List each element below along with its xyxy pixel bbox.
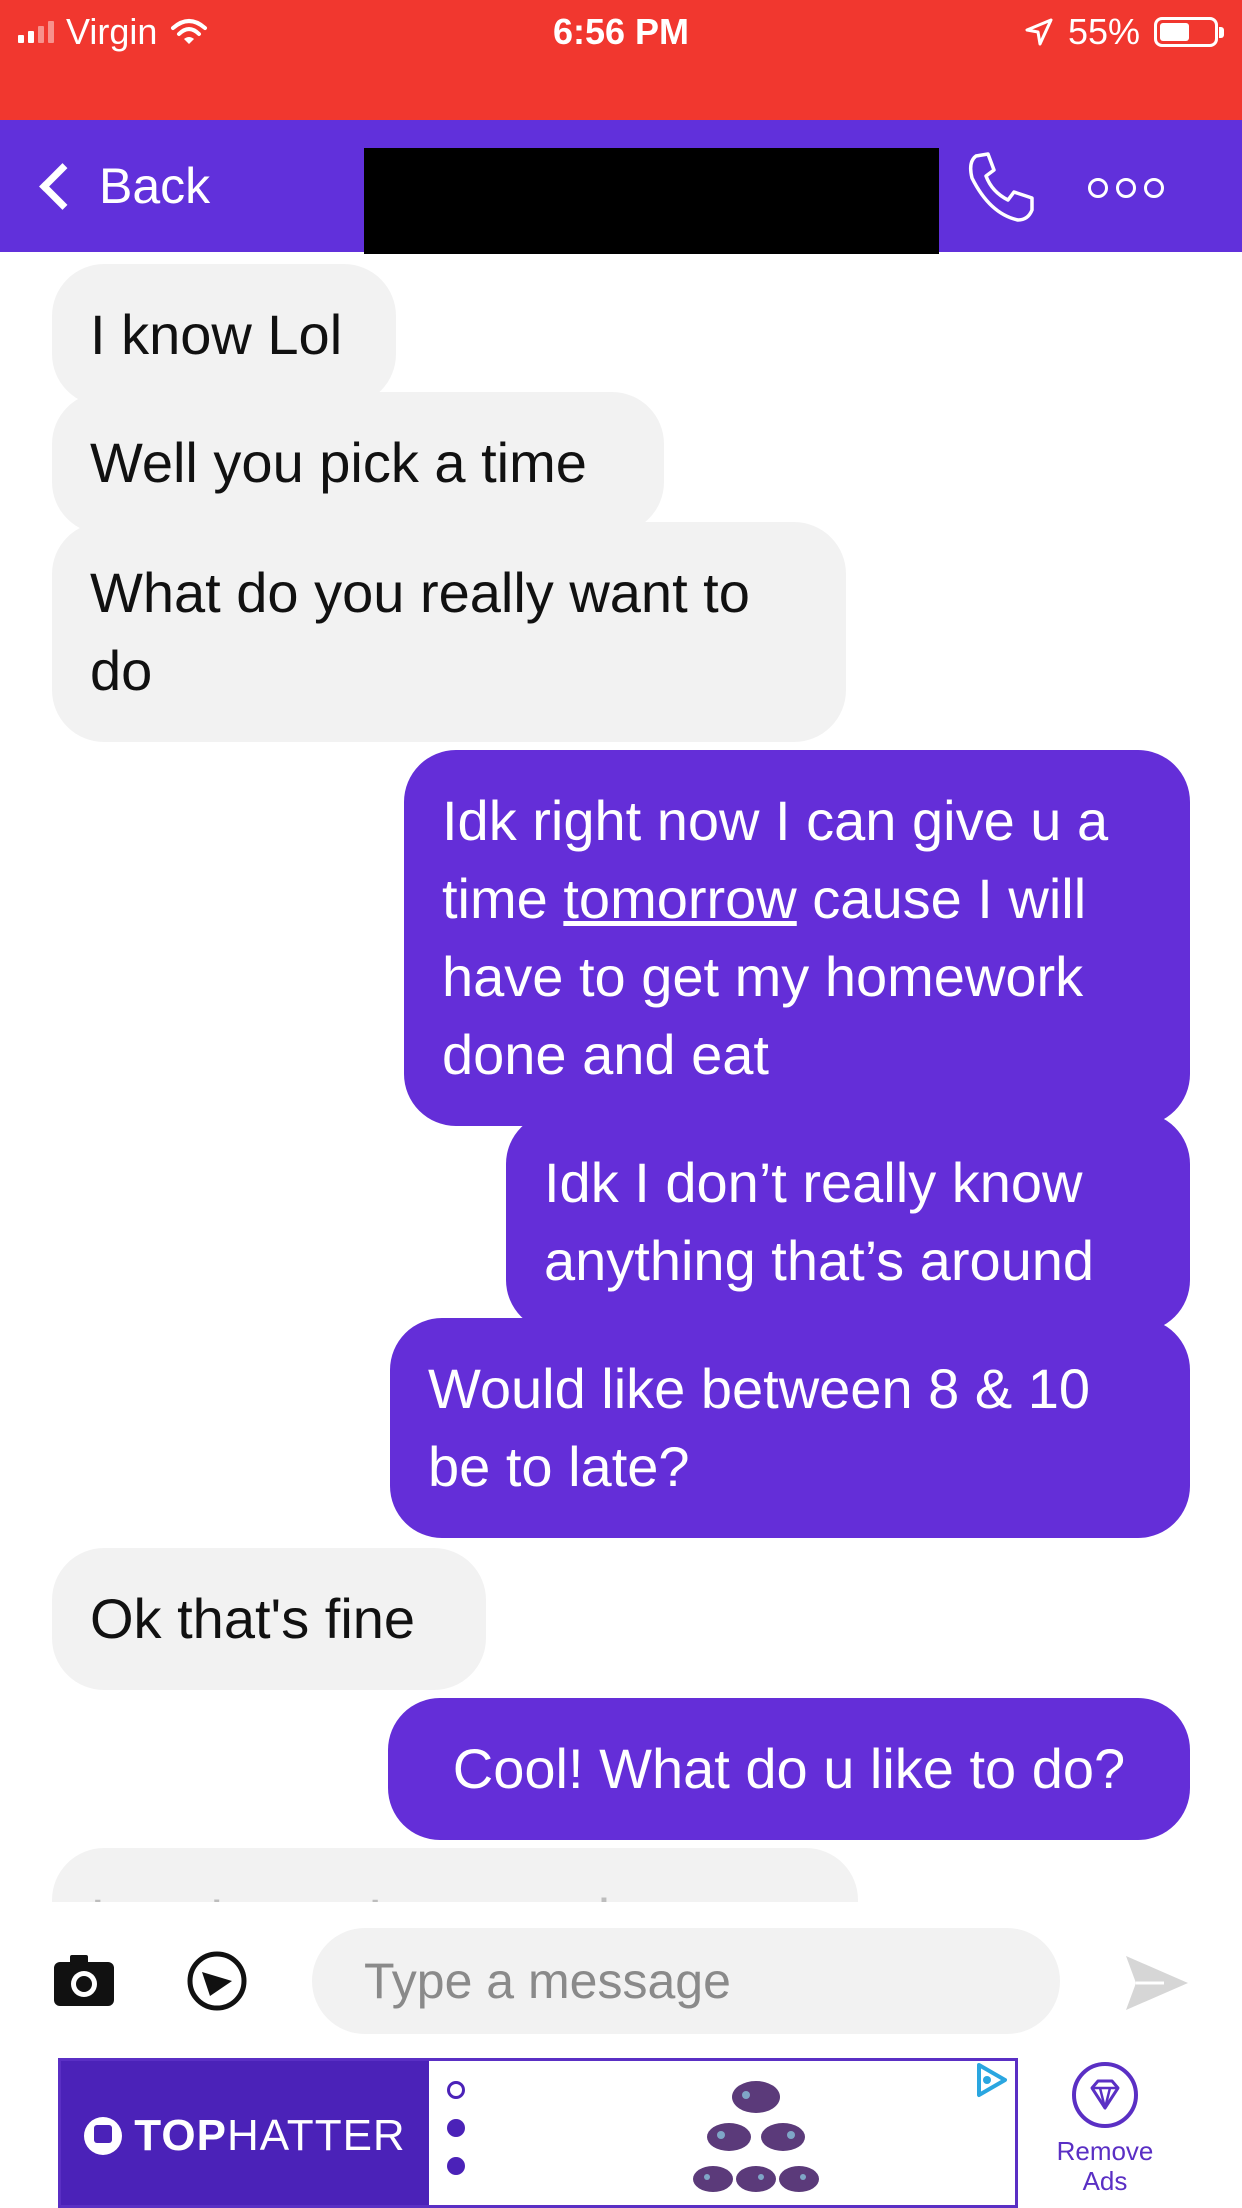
redacted-contact-name — [364, 148, 939, 254]
tophatter-logo-icon — [84, 2117, 123, 2155]
more-dots-icon[interactable] — [1088, 168, 1168, 208]
battery-percent: 55% — [1067, 11, 1140, 52]
battery-icon — [1154, 17, 1224, 47]
date-link[interactable]: tomorrow — [563, 867, 796, 930]
message-incoming: Well you pick a time — [52, 392, 664, 534]
battery-fill — [1160, 23, 1189, 41]
message-incoming: Ok that's fine — [52, 1548, 486, 1690]
camera-icon[interactable] — [52, 1952, 116, 2008]
status-bar: Virgin 6:56 PM 55% — [0, 0, 1242, 120]
message-outgoing: Cool! What do u like to do? — [388, 1698, 1190, 1840]
remove-ads-button[interactable]: Remove Ads — [1040, 2062, 1170, 2208]
ad-brand: TOPHATTER — [61, 2061, 429, 2205]
status-right: 55% — [1024, 8, 1224, 56]
sticker-icon[interactable] — [186, 1950, 248, 2012]
message-incoming: What do you really want to do — [52, 522, 846, 742]
remove-ads-label: Remove Ads — [1056, 2136, 1154, 2196]
nav-bar: Back — [0, 120, 1242, 254]
send-icon[interactable] — [1124, 1952, 1190, 2014]
controller-product-image — [693, 2081, 819, 2192]
message-outgoing: Would like between 8 & 10 be to late? — [390, 1318, 1190, 1538]
phone-icon[interactable] — [962, 148, 1040, 226]
ad-banner[interactable]: TOPHATTER — [58, 2058, 1018, 2208]
message-input[interactable] — [312, 1928, 1060, 2034]
ad-carousel-dots — [447, 2081, 465, 2175]
message-incoming-partial: I can't say. I can get in — [52, 1848, 858, 1902]
message-incoming: I know Lol — [52, 264, 396, 406]
back-button[interactable]: Back — [36, 150, 210, 222]
ad-choices-icon[interactable] — [971, 2061, 1011, 2099]
composer-bar — [0, 1902, 1242, 2052]
back-chevron-icon — [39, 162, 86, 210]
message-thread[interactable]: I know Lol Well you pick a time What do … — [0, 252, 1242, 1902]
location-arrow-icon — [1025, 18, 1053, 46]
message-outgoing: Idk right now I can give u a time tomorr… — [404, 750, 1190, 1126]
ad-brand-text: TOPHATTER — [134, 2111, 406, 2160]
diamond-icon — [1072, 2062, 1138, 2128]
message-outgoing: Idk I don’t really know anything that’s … — [506, 1112, 1190, 1332]
back-label: Back — [99, 158, 211, 214]
